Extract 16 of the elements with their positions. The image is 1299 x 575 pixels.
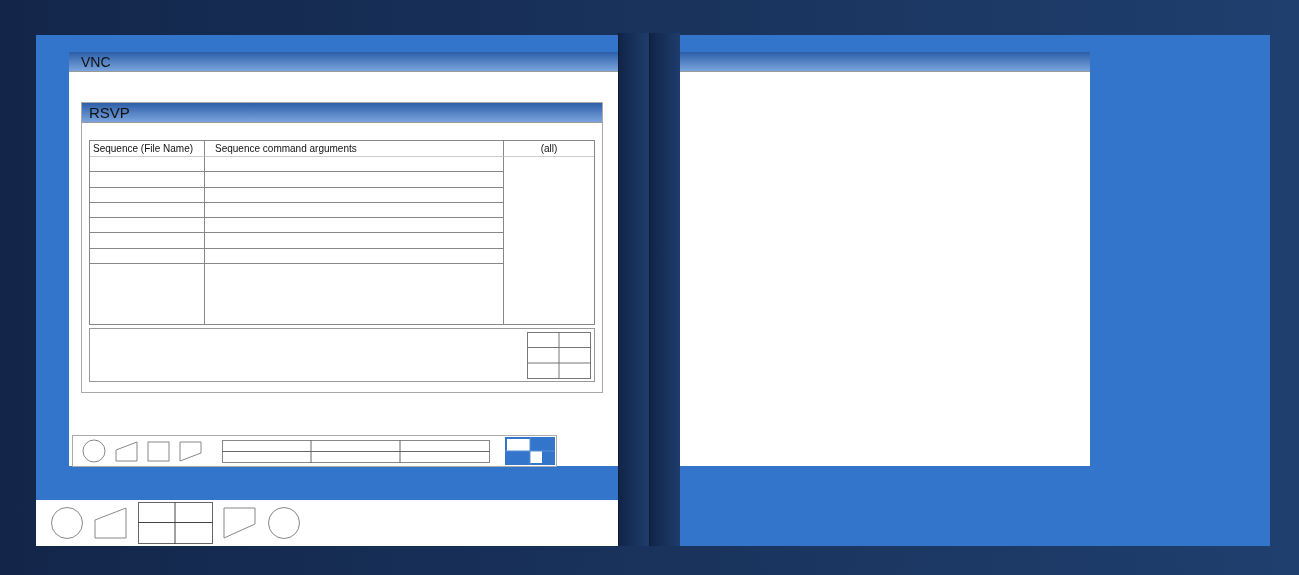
circle-icon <box>267 506 301 540</box>
column-header: (all) <box>504 141 594 157</box>
grid-icon <box>527 331 591 379</box>
circle-icon[interactable] <box>82 439 106 463</box>
column-header: Sequence command arguments <box>205 141 504 157</box>
trapezoid-icon[interactable] <box>115 440 138 462</box>
column-header: Sequence (File Name) <box>90 141 205 157</box>
trapezoid-icon <box>223 507 257 539</box>
square-icon[interactable] <box>147 440 170 462</box>
window-title: VNC <box>69 52 618 72</box>
trapezoid-icon <box>94 507 128 539</box>
trapezoid-icon[interactable] <box>179 440 202 462</box>
circle-icon <box>50 506 84 540</box>
grid-icon <box>222 439 490 463</box>
panel-title: RSVP <box>82 103 602 123</box>
grid-icon[interactable] <box>505 437 555 465</box>
